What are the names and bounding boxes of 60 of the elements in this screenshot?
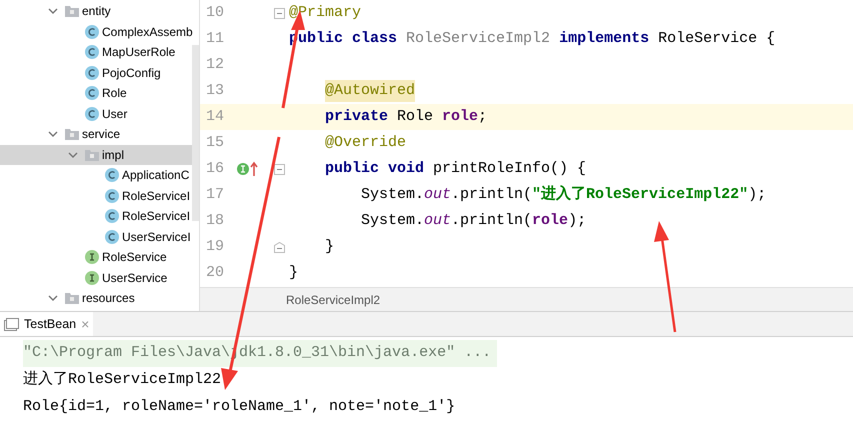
chevron-icon <box>48 293 58 304</box>
line-number: 19 <box>205 236 226 257</box>
folder-icon <box>65 127 79 142</box>
class-icon <box>85 86 99 100</box>
class-icon <box>85 24 99 39</box>
tree-item[interactable]: impl <box>0 144 192 165</box>
code-line: @Override <box>324 132 408 153</box>
chevron-icon <box>48 6 58 16</box>
line-number: 20 <box>205 262 226 283</box>
tree-item[interactable]: Role <box>0 83 192 104</box>
tree-item[interactable]: entity <box>0 1 192 22</box>
code-line: @Autowired <box>285 78 853 104</box>
class-icon <box>105 230 119 244</box>
window-icon <box>4 318 19 330</box>
line-number: 15 <box>205 132 226 153</box>
class-icon <box>105 188 119 203</box>
line-number: 10 <box>205 2 226 23</box>
run-tab[interactable]: TestBean × <box>0 312 94 336</box>
tree-item[interactable]: UserServiceI <box>0 226 192 247</box>
tree-item[interactable]: User <box>0 104 192 124</box>
tree-item[interactable]: RoleServiceI <box>0 206 192 226</box>
tree-item[interactable]: service <box>0 124 192 144</box>
class-icon <box>105 168 119 182</box>
line-number: 16 <box>205 158 226 179</box>
code-line: public void printRoleInfo() { <box>324 158 588 179</box>
tree-item[interactable]: ApplicationC <box>0 165 192 186</box>
chevron-icon <box>48 129 58 140</box>
line-number: 11 <box>205 28 226 49</box>
tree-item[interactable]: RoleServiceI <box>0 186 192 206</box>
tree-item[interactable]: ComplexAssemb <box>0 22 192 42</box>
code-line: System.out.println(role); <box>360 210 588 231</box>
class-icon <box>85 106 99 121</box>
console-line: Role{id=1, roleName='roleName_1', note='note_1'} <box>23 397 456 418</box>
breadcrumb[interactable]: RoleServiceImpl2 <box>286 290 380 308</box>
code-line: } <box>288 262 300 283</box>
interface-icon <box>85 250 99 264</box>
console-line: 进入了RoleServiceImpl22 <box>23 370 222 390</box>
class-icon <box>105 209 119 224</box>
tree-item[interactable]: MapUserRole <box>0 42 192 62</box>
code-line: } <box>324 236 336 257</box>
code-line: @Primary <box>288 2 362 23</box>
code-line: private Role role; <box>324 106 488 127</box>
interface-icon <box>85 270 99 285</box>
class-icon <box>85 45 99 60</box>
folder-icon <box>85 148 99 162</box>
class-icon <box>85 66 99 80</box>
tree-item[interactable]: resources <box>0 288 192 308</box>
tree-item[interactable]: UserService <box>0 268 192 288</box>
tree-item[interactable]: PojoConfig <box>0 62 192 83</box>
line-number: 17 <box>205 184 226 205</box>
code-line: System.out.println("进入了RoleServiceImpl22"); <box>360 184 768 205</box>
scrollbar[interactable] <box>192 45 199 221</box>
line-number: 18 <box>205 210 226 231</box>
line-number: 12 <box>205 54 226 75</box>
chevron-icon <box>68 150 78 160</box>
line-number: 13 <box>205 80 226 101</box>
folder-icon <box>65 291 79 306</box>
line-number: 14 <box>205 106 226 127</box>
folder-icon <box>65 4 79 18</box>
tree-item[interactable]: RoleService <box>0 247 192 268</box>
